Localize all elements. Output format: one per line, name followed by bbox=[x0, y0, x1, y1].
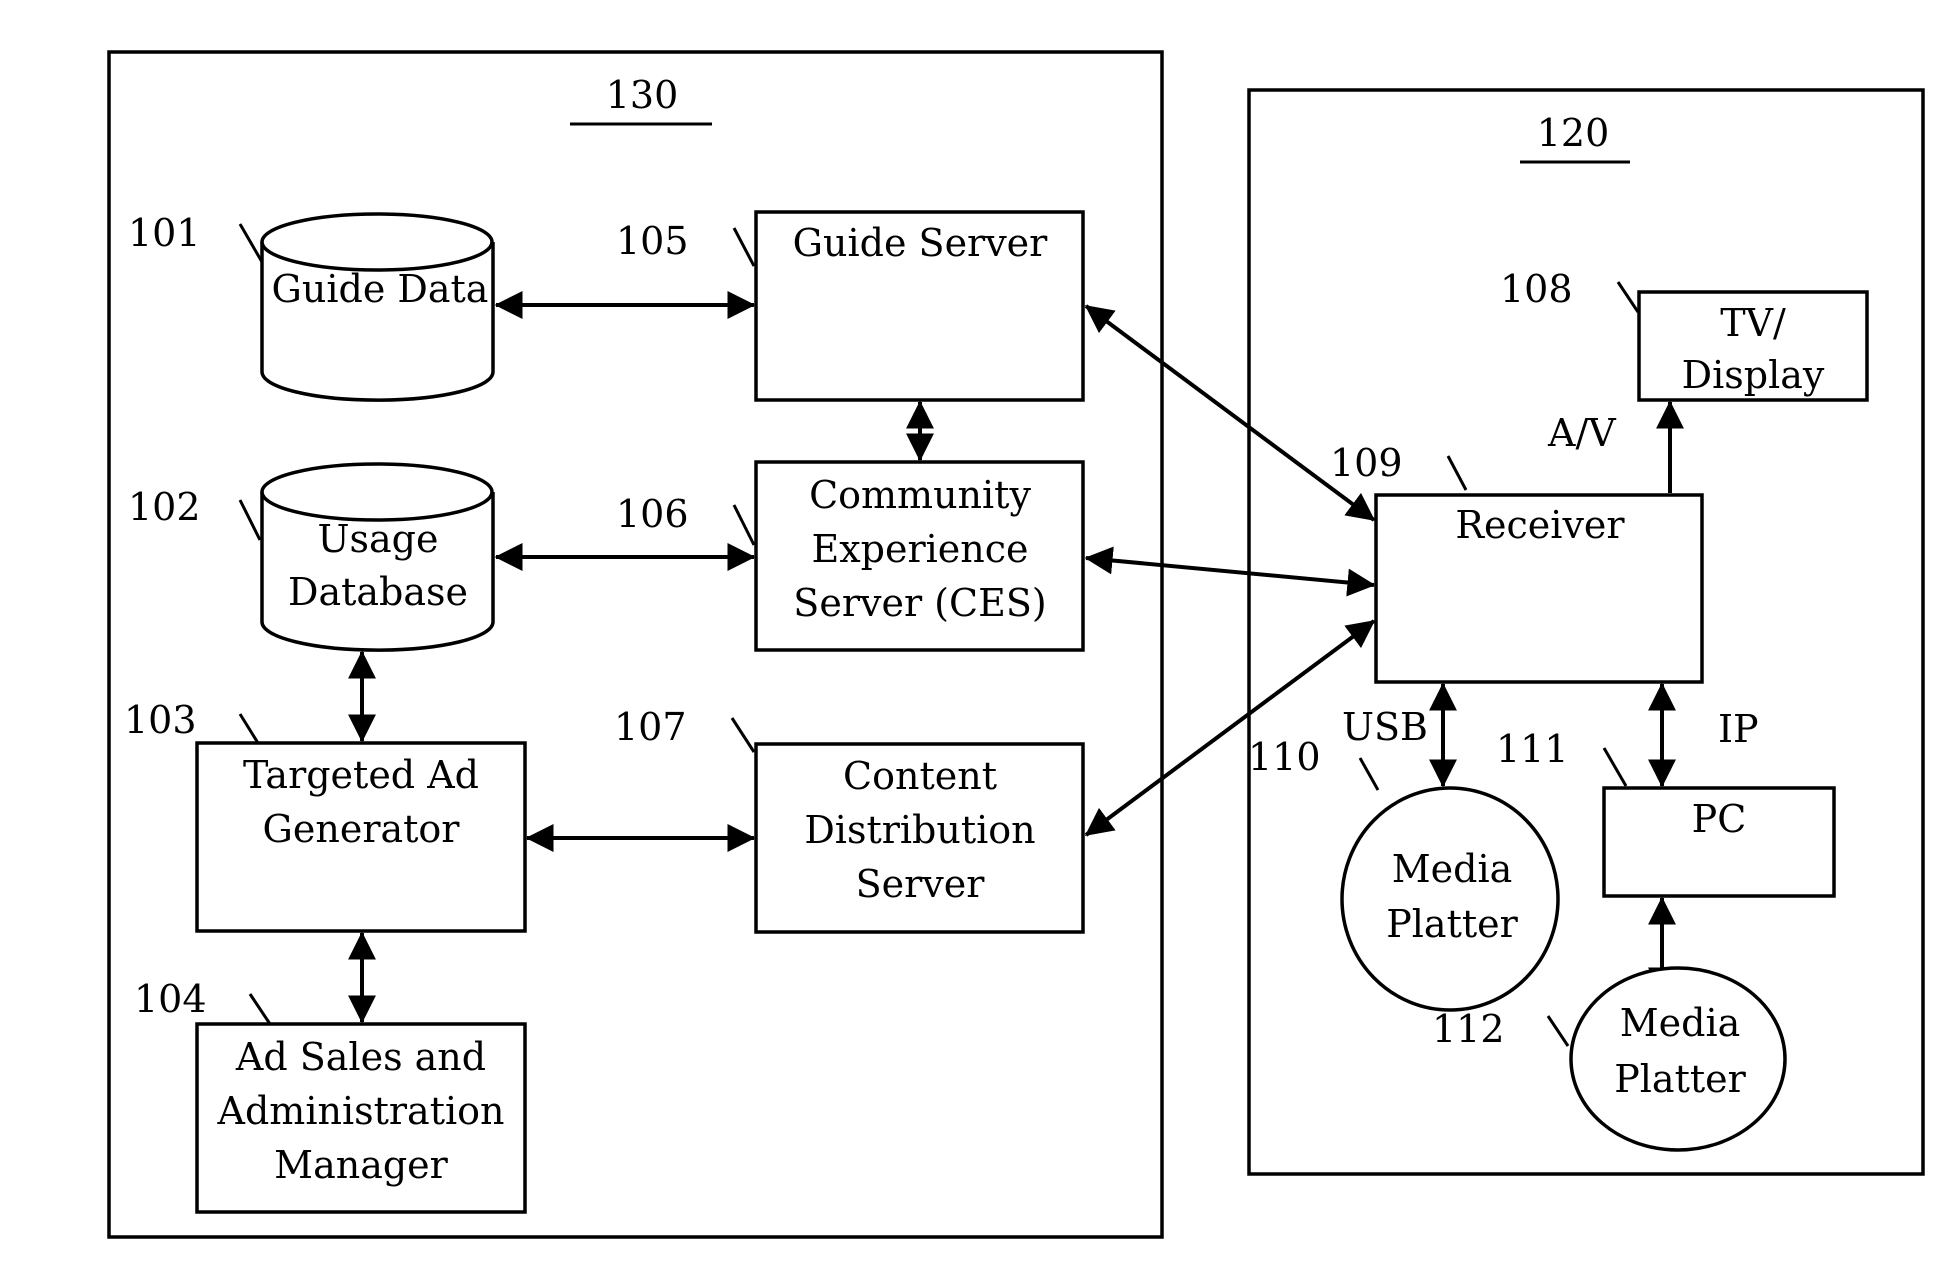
ref-110: 110 bbox=[1248, 735, 1321, 779]
node-101-guide-data: Guide Data bbox=[260, 212, 495, 402]
edge-106-109 bbox=[1084, 546, 1376, 597]
ref-103: 103 bbox=[124, 698, 197, 742]
node-105-guide-server: Guide Server bbox=[754, 210, 1085, 402]
ref-107: 107 bbox=[614, 705, 687, 749]
node-102-usage-database: Usage Database bbox=[260, 462, 495, 652]
ref-101: 101 bbox=[128, 211, 201, 255]
system-diagram: 130 120 A/V USB IP Guide Data 101 Usage … bbox=[107, 50, 1925, 1239]
edge-105-109 bbox=[1084, 304, 1376, 522]
leader-101 bbox=[238, 223, 264, 263]
cylinder-top bbox=[260, 212, 494, 272]
node-112-line-2: Platter bbox=[1614, 1057, 1746, 1101]
ref-109: 109 bbox=[1330, 441, 1403, 485]
ref-106: 106 bbox=[616, 492, 689, 536]
node-110-line-2: Platter bbox=[1386, 902, 1518, 946]
leader-109 bbox=[1446, 455, 1468, 491]
node-110-line-1: Media bbox=[1392, 847, 1513, 891]
node-108-tv-display: TV/ Display bbox=[1637, 290, 1869, 402]
edge-107-109 bbox=[1084, 619, 1376, 837]
node-104-line-2: Administration bbox=[217, 1089, 505, 1133]
node-109-receiver: Receiver bbox=[1374, 493, 1704, 684]
node-103-targeted-ad-generator: Targeted Ad Generator bbox=[195, 741, 527, 933]
leader-103 bbox=[238, 713, 260, 744]
node-103-line-2: Generator bbox=[263, 807, 461, 851]
node-112-line-1: Media bbox=[1620, 1001, 1741, 1045]
leader-102 bbox=[238, 499, 262, 541]
node-102-line-1: Usage bbox=[318, 517, 439, 561]
ellipse bbox=[1340, 786, 1560, 1012]
node-103-line-1: Targeted Ad bbox=[243, 753, 479, 797]
group-130-ref: 130 bbox=[606, 73, 679, 117]
node-101-line-1: Guide Data bbox=[272, 267, 489, 311]
node-104-line-1: Ad Sales and bbox=[235, 1035, 486, 1079]
leader-110 bbox=[1358, 757, 1380, 791]
node-111-pc: PC bbox=[1602, 786, 1836, 898]
node-111-line-1: PC bbox=[1692, 797, 1747, 841]
edge-label-av: A/V bbox=[1547, 411, 1616, 455]
leader-111 bbox=[1602, 747, 1628, 787]
edge-label-usb: USB bbox=[1342, 705, 1428, 749]
node-104-line-3: Manager bbox=[274, 1143, 449, 1187]
cylinder-top bbox=[260, 462, 494, 522]
edge-label-ip: IP bbox=[1718, 707, 1759, 751]
ref-104: 104 bbox=[134, 977, 207, 1021]
ref-111: 111 bbox=[1496, 727, 1569, 771]
node-106-community-experience-server: Community Experience Server (CES) bbox=[754, 460, 1085, 652]
ref-108: 108 bbox=[1500, 267, 1573, 311]
leader-112 bbox=[1546, 1015, 1570, 1047]
node-107-line-1: Content bbox=[843, 754, 997, 798]
leader-108 bbox=[1616, 281, 1640, 313]
node-107-line-2: Distribution bbox=[804, 808, 1035, 852]
node-106-line-1: Community bbox=[809, 473, 1031, 517]
node-106-line-3: Server (CES) bbox=[793, 581, 1046, 625]
node-108-line-2: Display bbox=[1682, 353, 1825, 397]
node-110-media-platter: Media Platter bbox=[1340, 786, 1560, 1012]
node-109-line-1: Receiver bbox=[1455, 503, 1625, 547]
leader-107 bbox=[730, 717, 756, 753]
node-107-line-3: Server bbox=[856, 862, 986, 906]
node-107-content-distribution-server: Content Distribution Server bbox=[754, 742, 1085, 934]
node-104-ad-sales-admin-manager: Ad Sales and Administration Manager bbox=[195, 1022, 527, 1214]
node-108-line-1: TV/ bbox=[1720, 301, 1786, 345]
leader-105 bbox=[732, 227, 756, 267]
node-102-line-2: Database bbox=[288, 570, 468, 614]
node-112-media-platter: Media Platter bbox=[1569, 966, 1787, 1152]
group-120-ref: 120 bbox=[1537, 111, 1610, 155]
node-105-line-1: Guide Server bbox=[793, 221, 1049, 265]
ref-112: 112 bbox=[1432, 1007, 1505, 1051]
ref-102: 102 bbox=[128, 485, 201, 529]
ref-105: 105 bbox=[616, 219, 689, 263]
leader-106 bbox=[732, 504, 756, 546]
leader-104 bbox=[248, 993, 272, 1025]
node-106-line-2: Experience bbox=[811, 527, 1028, 571]
